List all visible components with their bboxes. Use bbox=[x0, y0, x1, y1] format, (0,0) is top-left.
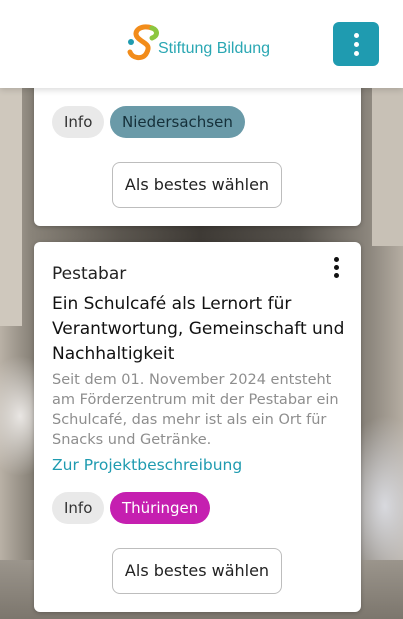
menu-button[interactable] bbox=[333, 22, 379, 66]
region-tag: Thüringen bbox=[110, 492, 211, 524]
card-options-icon[interactable] bbox=[328, 254, 344, 280]
menu-dot-icon bbox=[353, 50, 359, 56]
project-card: Info Niedersachsen Als bestes wählen bbox=[34, 70, 361, 226]
info-tag[interactable]: Info bbox=[52, 106, 105, 138]
kebab-dot-icon bbox=[333, 256, 339, 262]
vote-button[interactable]: Als bestes wählen bbox=[112, 548, 282, 594]
menu-dot-icon bbox=[353, 32, 359, 38]
region-tag: Niedersachsen bbox=[110, 106, 245, 138]
logo[interactable]: Stiftung Bildung bbox=[122, 22, 282, 66]
info-tag[interactable]: Info bbox=[52, 492, 105, 524]
project-title: Ein Schulcafé als Lernort für Verantwort… bbox=[52, 294, 345, 364]
background-pillar-left bbox=[0, 86, 22, 326]
logo-text: Stiftung Bildung bbox=[158, 40, 271, 57]
project-description: Seit dem 01. November 2024 entsteht am F… bbox=[52, 372, 339, 448]
project-org: Pestabar bbox=[52, 264, 127, 284]
top-header: Stiftung Bildung bbox=[0, 0, 403, 88]
kebab-dot-icon bbox=[333, 264, 339, 270]
menu-dot-icon bbox=[353, 41, 359, 47]
kebab-dot-icon bbox=[333, 272, 339, 278]
project-card: Pestabar Ein Schulcafé als Lernort für V… bbox=[34, 242, 361, 612]
project-link[interactable]: Zur Projektbeschreibung bbox=[52, 456, 242, 474]
vote-button[interactable]: Als bestes wählen bbox=[112, 162, 282, 208]
logo-mark-icon bbox=[127, 24, 159, 61]
background-pillar-right bbox=[372, 86, 403, 246]
